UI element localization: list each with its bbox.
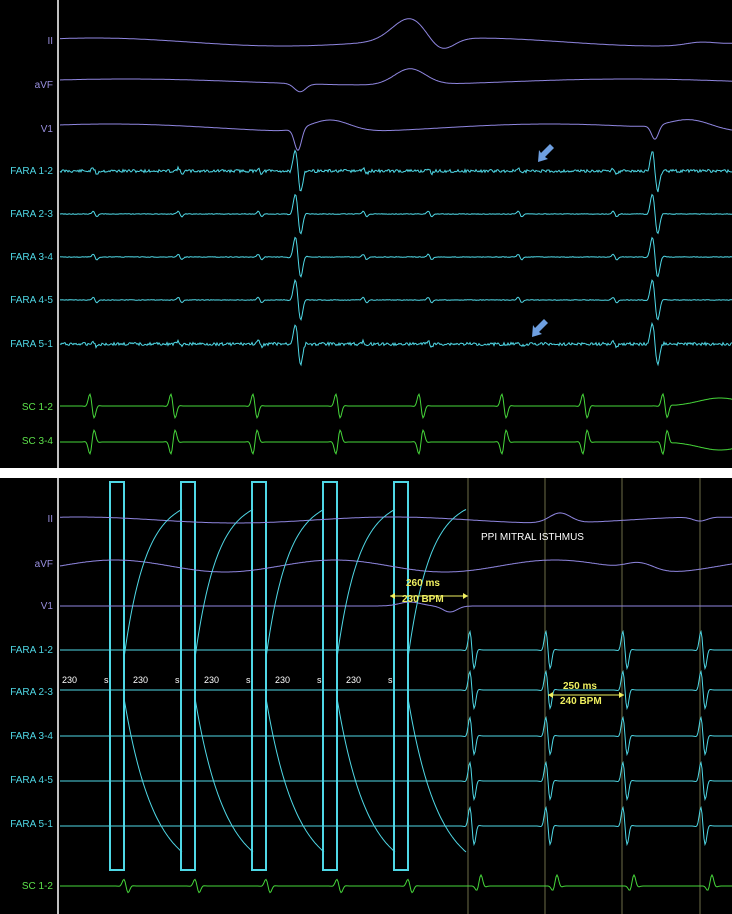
channel-label-v1: V1 [40,124,53,135]
stimulus-marker-label: s [104,675,109,685]
measurement-bpm: 240 BPM [560,696,602,707]
surface-trace [60,601,732,613]
measurement-ms: 250 ms [563,681,597,692]
measurement-bpm: 230 BPM [402,594,444,605]
cs-trace [60,428,732,456]
channel-label-avf: aVF [34,559,53,570]
stimulus-marker-label: s [246,675,251,685]
fara-trace [60,760,732,802]
channel-label-sc-1-2: SC 1-2 [21,881,53,892]
surface-trace [59,559,732,573]
cycle-length-label: 230 [204,675,220,685]
channel-label-ii: II [47,514,53,525]
channel-label-fara-4-5: FARA 4-5 [10,775,53,786]
channel-label-fara-2-3: FARA 2-3 [10,687,53,698]
fara-trace [60,669,732,711]
stimulus-marker-label: s [175,675,180,685]
channel-label-fara-2-3: FARA 2-3 [10,209,53,220]
fara-trace [59,278,732,322]
measurement-ms: 260 ms [406,578,440,589]
pacing-artifact [109,481,125,871]
stimulus-marker-label: s [388,675,393,685]
fara-trace [60,805,732,847]
surface-trace [60,512,732,524]
pacing-artifact [180,481,196,871]
fara-trace [59,149,732,193]
cs-trace [60,392,732,420]
decay-trace [123,697,183,853]
channel-label-fara-3-4: FARA 3-4 [10,252,53,263]
pacing-artifact [393,481,409,871]
channel-label-v1: V1 [40,601,53,612]
cycle-length-label: 230 [133,675,149,685]
cycle-length-label: 230 [346,675,362,685]
tracings-bottom [57,478,732,914]
ecg-panel-top: II aVF V1 FARA 1-2 FARA 2-3 FARA 3-4 FAR… [0,0,732,468]
tracings-top [57,0,732,468]
decay-trace [194,697,254,853]
arrow-icon [532,319,548,337]
ecg-panel-bottom: II aVF V1 FARA 1-2 FARA 2-3 FARA 3-4 FAR… [0,478,732,914]
decay-trace [336,509,396,659]
stimulus-marker-label: s [317,675,322,685]
fara-trace [60,629,732,671]
cs-trace [60,873,732,894]
surface-trace [59,68,732,93]
fara-trace [59,321,732,367]
channel-label-ii: II [47,36,53,47]
decay-trace [336,697,396,853]
channel-label-fara-5-1: FARA 5-1 [10,339,53,350]
decay-trace [407,697,467,853]
channel-label-fara-1-2: FARA 1-2 [10,166,53,177]
arrow-icon [538,144,554,162]
fara-trace [59,236,732,278]
surface-trace [60,18,732,49]
channel-label-fara-5-1: FARA 5-1 [10,819,53,830]
channel-label-avf: aVF [34,80,53,91]
decay-trace [265,697,325,853]
recording-title: PPI MITRAL ISTHMUS [481,532,584,543]
surface-trace [59,119,732,151]
channel-label-fara-4-5: FARA 4-5 [10,295,53,306]
channel-label-sc-1-2: SC 1-2 [21,402,53,413]
channel-label-sc-3-4: SC 3-4 [21,436,53,447]
cycle-length-label: 230 [62,675,78,685]
channel-label-fara-1-2: FARA 1-2 [10,645,53,656]
decay-trace [123,509,183,659]
pacing-artifact [251,481,267,871]
fara-trace [60,715,732,757]
fara-trace [59,193,732,235]
decay-trace [194,509,254,659]
channel-label-fara-3-4: FARA 3-4 [10,731,53,742]
decay-trace [265,509,325,659]
cycle-length-label: 230 [275,675,291,685]
pacing-artifact [322,481,338,871]
